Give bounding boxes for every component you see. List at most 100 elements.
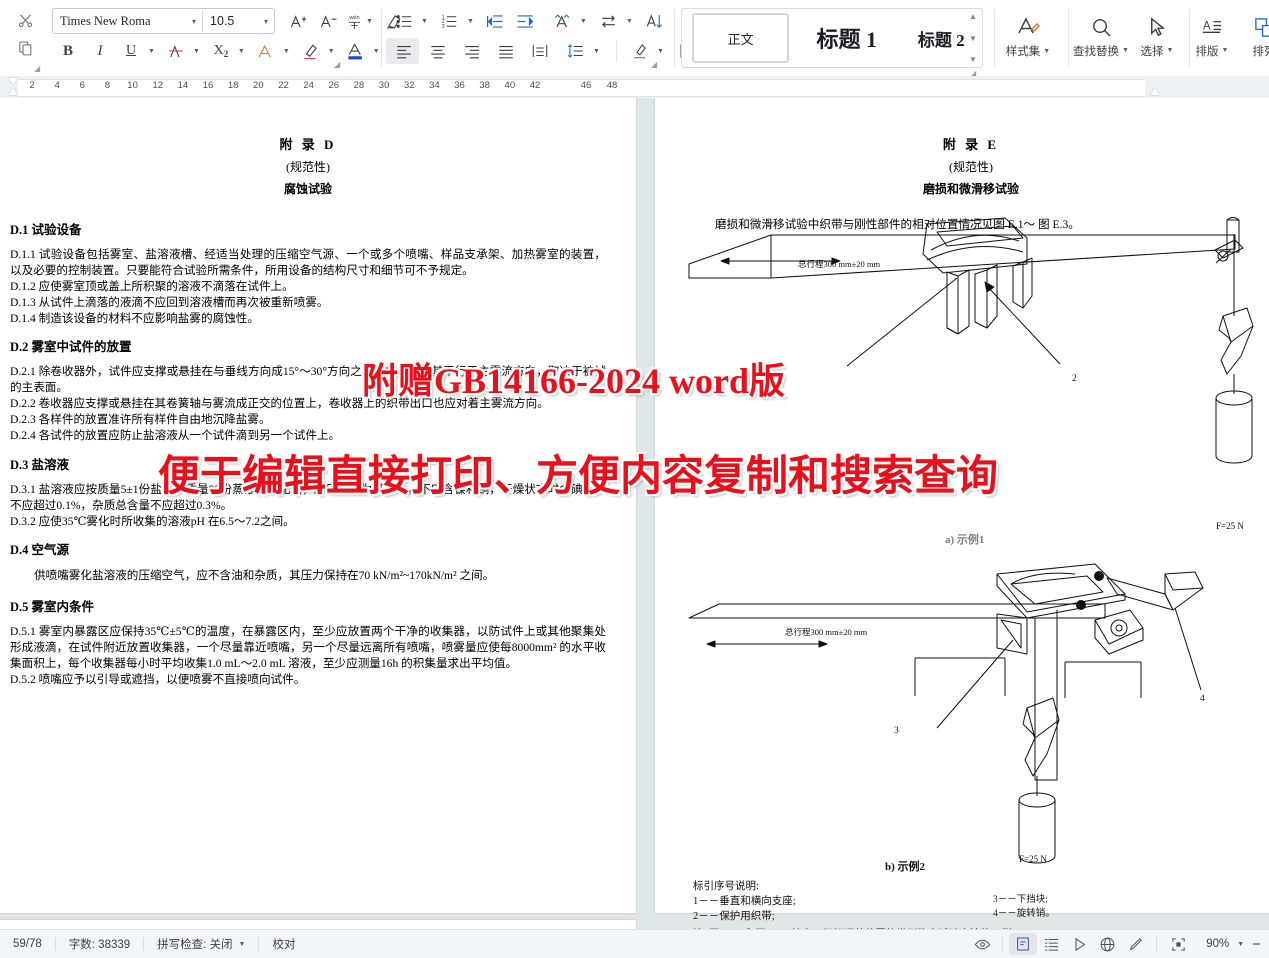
style-set-label: 样式集▼ <box>1006 43 1050 59</box>
presentation-view-icon[interactable] <box>1065 933 1093 955</box>
divider <box>1002 937 1003 951</box>
style-set-button[interactable]: 样式集▼ <box>997 6 1059 68</box>
align-right-button[interactable] <box>457 38 487 64</box>
zoom-caret-icon[interactable]: ▼ <box>1237 941 1244 948</box>
text-effect-button[interactable] <box>251 38 281 64</box>
ruler-tick: 2 <box>29 80 34 91</box>
select-button[interactable]: 选择▼ <box>1131 6 1183 68</box>
cut-button[interactable] <box>8 6 42 34</box>
gallery-expand-icon[interactable]: ▼ <box>969 55 977 64</box>
italic-button[interactable]: I <box>84 38 116 64</box>
zoom-out-button[interactable]: − <box>1252 936 1269 953</box>
right-indent-marker[interactable] <box>1150 88 1160 95</box>
left-indent-marker[interactable] <box>8 88 18 95</box>
bullets-caret-icon[interactable]: ▼ <box>421 18 428 25</box>
text-direction-button[interactable] <box>594 8 624 34</box>
underline-button[interactable]: U <box>116 38 146 64</box>
font-family-caret-icon[interactable]: ▾ <box>186 17 202 26</box>
arrange-button[interactable]: 排列 <box>1238 6 1269 68</box>
clipboard-dialog-launcher[interactable]: ◢ <box>34 64 40 73</box>
font-color-button[interactable] <box>341 38 371 64</box>
section-heading: D.3 盐溶液 <box>10 454 606 473</box>
ruler-tick: 36 <box>454 80 465 91</box>
increase-indent-button[interactable] <box>511 8 541 34</box>
strikethrough-button[interactable] <box>161 38 191 64</box>
sort-button[interactable] <box>640 8 670 34</box>
numbering-button[interactable]: 1 2 3 <box>435 8 465 34</box>
phonetic-guide-button[interactable]: wén ▼ <box>343 8 375 34</box>
typeset-button[interactable]: A 排版▼ <box>1186 6 1238 68</box>
first-line-indent-marker[interactable] <box>8 78 18 85</box>
highlight-button[interactable] <box>296 38 326 64</box>
paragraph: D.2.4 各试件的放置应防止盐溶液从一个试件滴到另一个试件上。 <box>10 428 606 444</box>
appendix-e-name: 磨损和微滑移试验 <box>693 180 1249 197</box>
font-size-input[interactable]: 10.5 <box>203 14 258 28</box>
zoom-control[interactable]: 90% ▼ <box>1206 938 1244 950</box>
font-color-caret-icon[interactable]: ▼ <box>373 48 380 55</box>
underline-caret-icon[interactable]: ▼ <box>148 48 155 55</box>
scroll-down-icon[interactable]: ▼ <box>969 34 977 43</box>
shading-caret-icon[interactable]: ▼ <box>657 48 664 55</box>
chevron-down-icon[interactable]: ▼ <box>239 941 246 948</box>
asian-layout-caret-icon[interactable]: ▼ <box>580 18 587 25</box>
paragraph: D.5.2 喷嘴应予以引导或遮挡，以便喷雾不直接喷向试件。 <box>10 672 606 688</box>
chevron-down-icon[interactable]: ▼ <box>366 18 373 25</box>
align-left-button[interactable] <box>389 38 419 64</box>
align-center-button[interactable] <box>423 38 453 64</box>
scissors-icon <box>17 12 34 29</box>
asian-layout-button[interactable] <box>548 8 578 34</box>
document-page-left-next[interactable] <box>0 920 636 929</box>
document-page-right[interactable]: 附 录 E (规范性) 磨损和微滑移试验 磨损和微滑移试验中织带与刚性部件的相对… <box>655 98 1269 913</box>
fullscreen-icon[interactable] <box>1164 933 1192 955</box>
ruler-tick: 8 <box>105 80 110 91</box>
font-dialog-launcher[interactable]: ◢ <box>334 60 340 69</box>
ruler-tick: 46 <box>581 80 592 91</box>
pen-icon[interactable] <box>1121 933 1149 955</box>
outline-view-icon[interactable] <box>1037 933 1065 955</box>
decrease-indent-button[interactable] <box>481 8 511 34</box>
page-indicator[interactable]: 59/78 <box>0 938 55 950</box>
line-spacing-caret-icon[interactable]: ▼ <box>593 48 600 55</box>
distribute-button[interactable] <box>525 38 555 64</box>
paragraph-dialog-launcher[interactable]: ◢ <box>651 60 657 69</box>
grow-font-button[interactable] <box>283 8 313 34</box>
bold-button[interactable]: B <box>52 38 84 64</box>
style-gallery-scroll[interactable]: ▲ ▼ ▼ <box>966 12 980 64</box>
document-canvas[interactable]: 附 录 D (规范性) 腐蚀试验 D.1 试验设备 D.1.1 试验设备包括雾室… <box>0 98 1269 929</box>
style-item-heading1[interactable]: 标题 1 <box>803 15 890 61</box>
text-effect-caret-icon[interactable]: ▼ <box>283 48 290 55</box>
shrink-font-button[interactable] <box>313 8 343 34</box>
style-item-body[interactable]: 正文 <box>692 13 789 63</box>
zoom-value[interactable]: 90% <box>1206 938 1229 950</box>
ruler-tick: 24 <box>303 80 314 91</box>
strikethrough-caret-icon[interactable]: ▼ <box>193 48 200 55</box>
horizontal-ruler[interactable]: 2468101214161820222426283032343638404246… <box>0 76 1269 99</box>
scroll-up-icon[interactable]: ▲ <box>969 12 977 21</box>
justify-button[interactable] <box>491 38 521 64</box>
page-view-icon[interactable] <box>1009 933 1037 955</box>
web-view-icon[interactable] <box>1093 933 1121 955</box>
eye-icon[interactable] <box>968 933 996 955</box>
document-page-left[interactable]: 附 录 D (规范性) 腐蚀试验 D.1 试验设备 D.1.1 试验设备包括雾室… <box>0 98 636 913</box>
figure-a-force-label: F=25 N <box>1216 521 1244 531</box>
font-family-input[interactable]: Times New Roma <box>53 14 186 29</box>
bullets-button[interactable] <box>389 8 419 34</box>
line-spacing-button[interactable] <box>561 38 591 64</box>
arrange-icon <box>1253 16 1269 39</box>
find-replace-button[interactable]: 查找替换▼ <box>1068 6 1134 68</box>
copy-button[interactable] <box>8 34 42 62</box>
text-direction-caret-icon[interactable]: ▼ <box>626 18 633 25</box>
ruler-tick: 42 <box>530 80 541 91</box>
figure-legend: 标引序号说明: 1－－垂直和横向支座; 2－－保护用织带; 3－－下挡块; 4－… <box>693 879 1223 929</box>
proofread-button[interactable]: 校对 <box>259 936 308 952</box>
numbering-caret-icon[interactable]: ▼ <box>467 18 474 25</box>
highlight-caret-icon[interactable]: ▼ <box>328 48 335 55</box>
spellcheck-status[interactable]: 拼写检查: 关闭 ▼ <box>144 936 258 952</box>
svg-text:3: 3 <box>442 23 445 29</box>
subscript-caret-icon[interactable]: ▼ <box>238 48 245 55</box>
font-size-caret-icon[interactable]: ▾ <box>258 17 274 26</box>
subscript-button[interactable]: X2 <box>206 38 236 64</box>
divider <box>616 40 617 62</box>
appendix-d-kind: (规范性) <box>10 158 606 175</box>
word-count[interactable]: 字数: 38339 <box>56 936 143 952</box>
